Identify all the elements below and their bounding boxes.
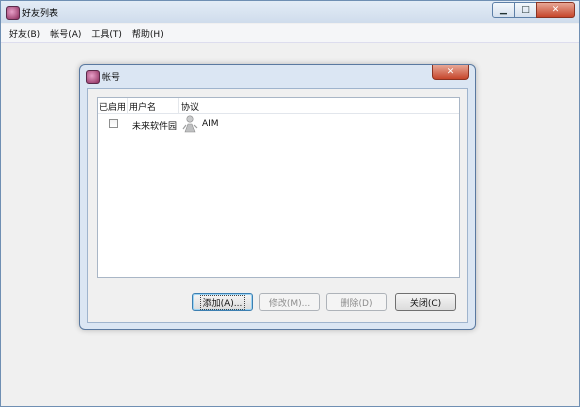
delete-button-label: 删除(D): [340, 298, 373, 309]
account-protocol: AIM: [202, 119, 219, 129]
minimize-button[interactable]: ▁: [492, 2, 515, 18]
close-button-label: 关闭(C): [409, 298, 442, 309]
accounts-dialog: 帐号 ✕ 已启用 用户名 协议 未来软件园 AIM 添加(A)... 修改(M)…: [79, 64, 476, 330]
close-dialog-button[interactable]: 关闭(C): [395, 293, 456, 311]
add-account-button[interactable]: 添加(A)...: [192, 293, 253, 311]
app-icon: [6, 6, 20, 20]
delete-account-button[interactable]: 删除(D): [326, 293, 387, 311]
close-icon: ✕: [446, 67, 455, 77]
column-username[interactable]: 用户名: [129, 100, 156, 113]
close-window-button[interactable]: ✕: [536, 2, 575, 18]
column-protocol[interactable]: 协议: [181, 100, 199, 113]
menu-help[interactable]: 帮助(H): [132, 27, 164, 40]
add-button-label: 添加(A)...: [199, 294, 246, 310]
modify-account-button[interactable]: 修改(M)...: [259, 293, 320, 311]
account-username: 未来软件园: [132, 122, 178, 132]
caption-buttons: ▁ □ ✕: [492, 2, 575, 18]
menu-friends[interactable]: 好友(B): [9, 27, 40, 40]
minimize-icon: ▁: [500, 5, 507, 15]
window-title: 好友列表: [22, 9, 59, 19]
main-titlebar[interactable]: 好友列表 ▁ □ ✕: [1, 1, 579, 23]
enabled-checkbox[interactable]: [109, 119, 118, 128]
menu-tools[interactable]: 工具(T): [91, 27, 122, 40]
modify-button-label: 修改(M)...: [268, 298, 311, 309]
aim-person-icon: [182, 115, 198, 133]
dialog-titlebar[interactable]: 帐号 ✕: [80, 65, 475, 87]
column-enabled[interactable]: 已启用: [99, 100, 126, 113]
accounts-list[interactable]: 已启用 用户名 协议 未来软件园 AIM: [97, 97, 460, 278]
maximize-button[interactable]: □: [514, 2, 537, 18]
maximize-icon: □: [521, 5, 530, 15]
column-divider[interactable]: [127, 98, 128, 113]
menubar: 好友(B) 帐号(A) 工具(T) 帮助(H): [1, 24, 579, 43]
dialog-app-icon: [86, 70, 100, 84]
close-icon: ✕: [551, 5, 560, 15]
dialog-title: 帐号: [102, 73, 121, 83]
list-item[interactable]: 未来软件园 AIM: [98, 115, 459, 137]
dialog-client: 已启用 用户名 协议 未来软件园 AIM 添加(A)... 修改(M)... 删…: [87, 88, 468, 323]
column-divider[interactable]: [178, 98, 179, 113]
list-header: 已启用 用户名 协议: [98, 98, 459, 114]
menu-accounts[interactable]: 帐号(A): [50, 27, 81, 40]
dialog-close-button[interactable]: ✕: [432, 65, 469, 80]
